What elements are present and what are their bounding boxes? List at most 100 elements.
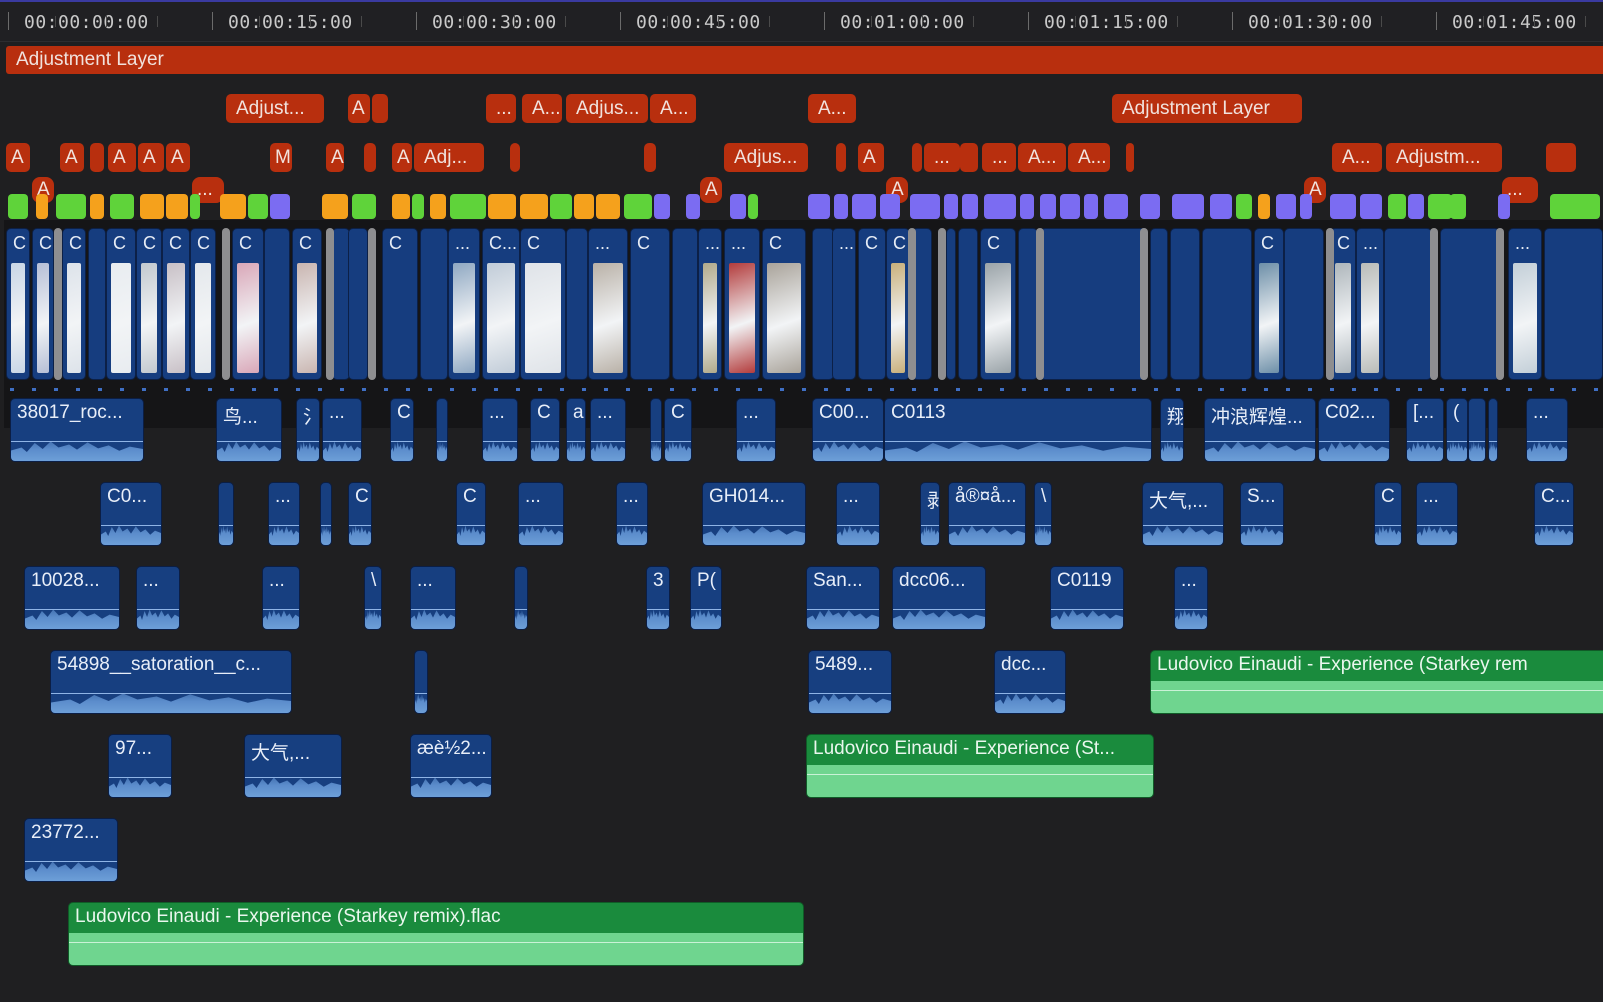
- audio-clip[interactable]: ...: [482, 398, 518, 462]
- audio-clip[interactable]: ...: [268, 482, 300, 546]
- connected-clip[interactable]: [520, 194, 548, 219]
- connected-clip[interactable]: [1450, 194, 1466, 219]
- video-clip[interactable]: C: [520, 228, 566, 380]
- connected-clip[interactable]: [1300, 194, 1312, 219]
- audio-clip[interactable]: 鸟...: [216, 398, 282, 462]
- gap-clip[interactable]: [326, 228, 334, 380]
- video-clip[interactable]: C: [886, 228, 910, 380]
- video-clip[interactable]: C: [382, 228, 418, 380]
- connected-clip[interactable]: [190, 194, 200, 219]
- gap-clip[interactable]: [222, 228, 230, 380]
- connected-clip[interactable]: [220, 194, 246, 219]
- connected-clip[interactable]: [910, 194, 940, 219]
- adjustment-clip[interactable]: [1126, 143, 1134, 172]
- audio-clip[interactable]: [...: [1406, 398, 1444, 462]
- connected-clip[interactable]: [962, 194, 978, 219]
- video-clip[interactable]: ...: [724, 228, 760, 380]
- video-clip[interactable]: ...: [1508, 228, 1542, 380]
- audio-clip[interactable]: C: [1374, 482, 1402, 546]
- audio-clip[interactable]: [436, 398, 448, 462]
- audio-clip[interactable]: a: [566, 398, 586, 462]
- video-clip[interactable]: C: [6, 228, 30, 380]
- audio-clip[interactable]: \: [364, 566, 382, 630]
- audio-clip[interactable]: \: [1034, 482, 1052, 546]
- connected-clip[interactable]: [984, 194, 1016, 219]
- connected-clip[interactable]: [392, 194, 410, 219]
- video-clip[interactable]: C: [32, 228, 54, 380]
- gap-clip[interactable]: [1430, 228, 1438, 380]
- adjustment-clip[interactable]: A: [166, 143, 190, 172]
- connected-clip[interactable]: [352, 194, 376, 219]
- connected-clip[interactable]: [1330, 194, 1356, 219]
- audio-clip[interactable]: ...: [736, 398, 776, 462]
- connected-clip[interactable]: [1360, 194, 1382, 219]
- video-clip[interactable]: ...: [832, 228, 856, 380]
- adjustment-clip[interactable]: ...: [982, 143, 1016, 172]
- audio-clip[interactable]: ...: [1526, 398, 1568, 462]
- video-clip[interactable]: C: [232, 228, 264, 380]
- connected-clip[interactable]: [1428, 194, 1452, 219]
- audio-clip[interactable]: 冲浪辉煌...: [1204, 398, 1316, 462]
- video-clip[interactable]: [348, 228, 368, 380]
- connected-clip[interactable]: [1020, 194, 1034, 219]
- gap-clip[interactable]: [1036, 228, 1044, 380]
- connected-clip[interactable]: [450, 194, 486, 219]
- audio-clip[interactable]: [218, 482, 234, 546]
- video-clip[interactable]: C: [980, 228, 1016, 380]
- adjustment-clip[interactable]: A: [348, 94, 370, 123]
- audio-clip[interactable]: C0113: [884, 398, 1152, 462]
- music-clip[interactable]: Ludovico Einaudi - Experience (Starkey r…: [68, 902, 804, 966]
- connected-clip[interactable]: [808, 194, 830, 219]
- audio-clip[interactable]: GH014...: [702, 482, 806, 546]
- adjustment-clip[interactable]: A: [326, 143, 344, 172]
- video-clip[interactable]: C: [292, 228, 322, 380]
- connected-clip[interactable]: [944, 194, 958, 219]
- audio-clip[interactable]: 23772...: [24, 818, 118, 882]
- gap-clip[interactable]: [368, 228, 376, 380]
- adjustment-clip[interactable]: A: [60, 143, 84, 172]
- audio-clip[interactable]: P(: [690, 566, 722, 630]
- audio-clip[interactable]: 10028...: [24, 566, 120, 630]
- connected-clip[interactable]: [624, 194, 652, 219]
- audio-clip[interactable]: ...: [262, 566, 300, 630]
- audio-clip[interactable]: ...: [1416, 482, 1458, 546]
- audio-clip[interactable]: ...: [590, 398, 626, 462]
- audio-clip[interactable]: C...: [1534, 482, 1574, 546]
- adjustment-clip[interactable]: [836, 143, 846, 172]
- audio-clip[interactable]: [414, 650, 428, 714]
- video-clip[interactable]: C: [630, 228, 670, 380]
- connected-clip[interactable]: [90, 194, 104, 219]
- connected-clip[interactable]: [1210, 194, 1232, 219]
- audio-clip[interactable]: 97...: [108, 734, 172, 798]
- connected-clip[interactable]: [412, 194, 424, 219]
- connected-clip[interactable]: [654, 194, 670, 219]
- audio-clip[interactable]: 剥: [920, 482, 940, 546]
- connected-clip[interactable]: [730, 194, 746, 219]
- adjustment-clip[interactable]: Adjust...: [226, 94, 324, 123]
- audio-clip[interactable]: [514, 566, 528, 630]
- video-clip[interactable]: C: [106, 228, 136, 380]
- audio-clip[interactable]: 大气,...: [1142, 482, 1224, 546]
- audio-clip[interactable]: ...: [518, 482, 564, 546]
- connected-clip[interactable]: [248, 194, 268, 219]
- gap-clip[interactable]: [938, 228, 946, 380]
- video-clip[interactable]: [566, 228, 588, 380]
- connected-clip[interactable]: [488, 194, 516, 219]
- audio-clip[interactable]: (: [1446, 398, 1468, 462]
- connected-clip[interactable]: [322, 194, 348, 219]
- adjustment-clip[interactable]: A...: [522, 94, 562, 123]
- timeline-ruler[interactable]: 00:00:00:00 00:00:15:00 00:00:30:00 00:00:4…: [0, 0, 1603, 42]
- audio-clip[interactable]: ...: [836, 482, 880, 546]
- video-clip[interactable]: [958, 228, 978, 380]
- connected-clip[interactable]: [1104, 194, 1128, 219]
- adjustment-clip[interactable]: A...: [1068, 143, 1110, 172]
- adjustment-clip[interactable]: A: [392, 143, 412, 172]
- adjustment-clip[interactable]: [510, 143, 520, 172]
- video-clip[interactable]: C: [858, 228, 886, 380]
- connected-clip[interactable]: [270, 194, 290, 219]
- video-clip[interactable]: C: [62, 228, 86, 380]
- adjustment-clip[interactable]: [364, 143, 376, 172]
- video-clip[interactable]: C...: [482, 228, 520, 380]
- adjustment-clip[interactable]: A...: [808, 94, 856, 123]
- audio-clip[interactable]: C: [348, 482, 372, 546]
